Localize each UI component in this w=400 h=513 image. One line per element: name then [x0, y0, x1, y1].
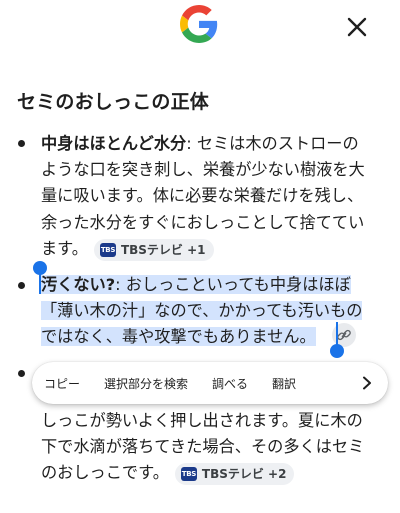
menu-item-translate[interactable]: 翻訳 [260, 375, 308, 392]
selection-start-handle[interactable] [33, 261, 47, 275]
article-heading: セミのおしっこの正体 [17, 91, 210, 113]
list-item: しっこが勢いよく押し出されます。夏に木の 下で水滴が落ちてきた場合、その多くはセ… [41, 408, 387, 487]
tbs-logo-icon: TBS [180, 467, 197, 482]
bullet [18, 140, 25, 147]
item-lead: 汚くない? [41, 275, 116, 294]
selection-end-handle[interactable] [330, 344, 344, 358]
menu-item-search-selection[interactable]: 選択部分を検索 [92, 375, 200, 392]
tbs-logo-icon: TBS [99, 242, 116, 257]
google-g-icon [180, 5, 218, 43]
top-bar [0, 0, 400, 56]
text-selection-menu: コピー 選択部分を検索 調べる 翻訳 [32, 362, 388, 404]
item-lead: 中身はほとんど水分 [41, 134, 187, 153]
chevron-right-icon[interactable] [352, 368, 382, 398]
list-item: 中身はほとんど水分: セミは木のストローの ような口を突き刺し、栄養が少ない樹液… [41, 131, 387, 262]
menu-item-look-up[interactable]: 調べる [200, 375, 260, 392]
bullet [18, 282, 25, 289]
menu-item-copy[interactable]: コピー [32, 375, 92, 392]
bullet [18, 370, 25, 377]
close-icon[interactable] [340, 10, 374, 44]
source-chip[interactable]: TBS TBSテレビ +1 [93, 238, 214, 261]
source-chip[interactable]: TBS TBSテレビ +2 [174, 463, 295, 486]
